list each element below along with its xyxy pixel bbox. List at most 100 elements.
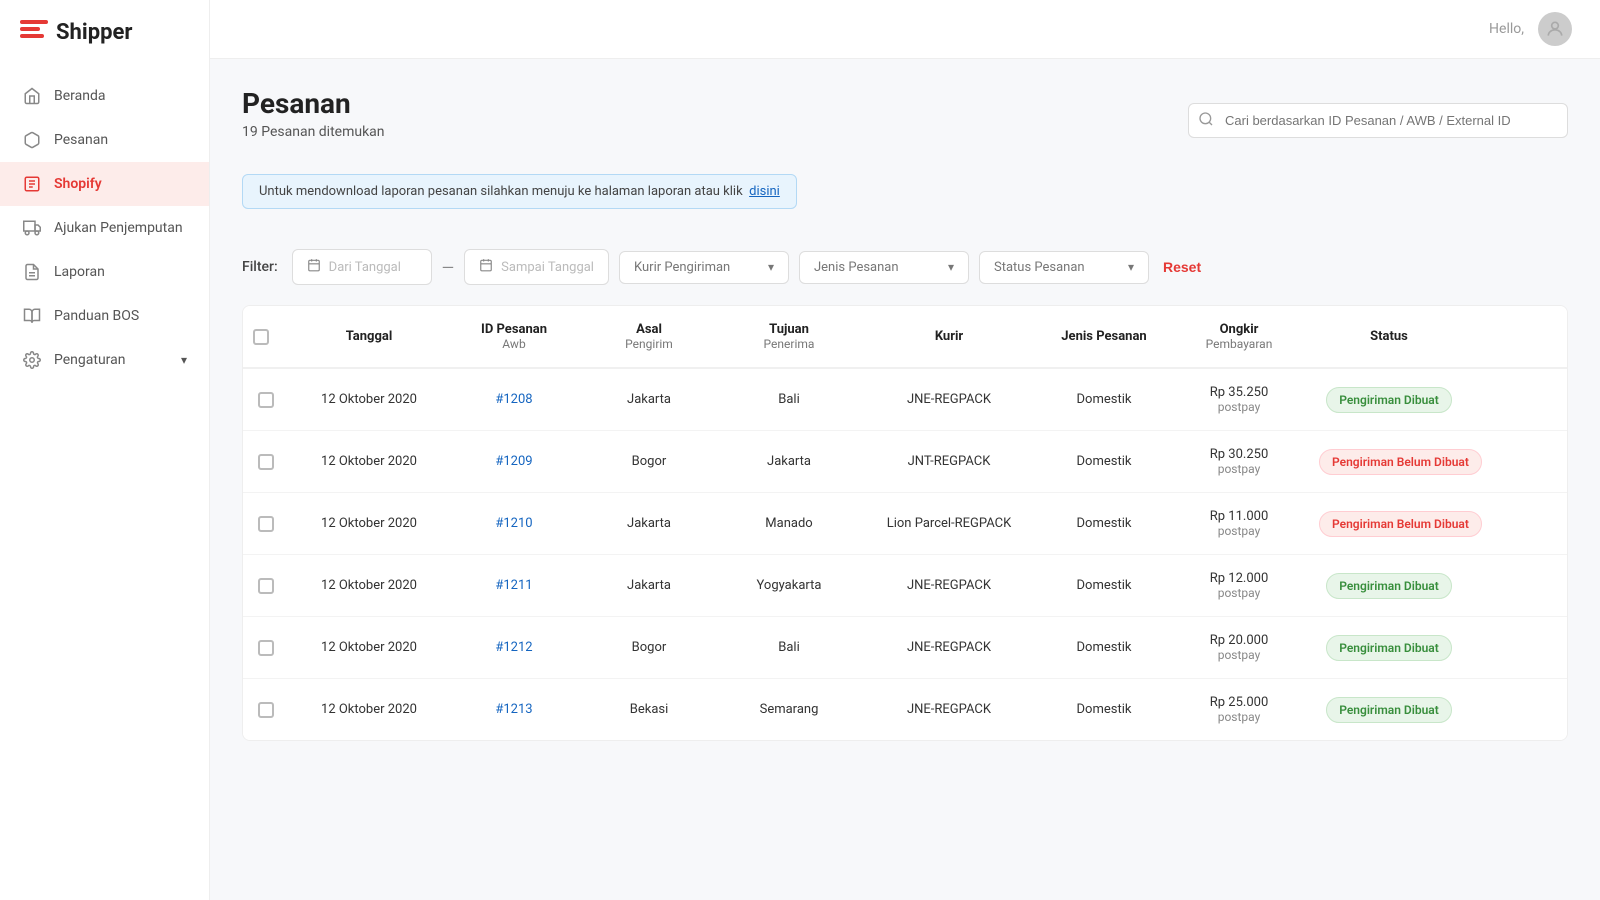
row-tujuan: Bali (719, 624, 859, 671)
th-status: Status (1309, 313, 1469, 360)
sidebar: Shipper Beranda Pesanan Shopify Ajukan P… (0, 0, 210, 900)
sidebar-item-label: Panduan BOS (54, 308, 139, 324)
logo-text: Shipper (56, 20, 132, 45)
row-checkbox-1[interactable] (258, 454, 274, 470)
row-id-pesanan[interactable]: #1209 (449, 438, 579, 485)
row-asal: Jakarta (579, 376, 719, 423)
chevron-down-icon: ▾ (181, 353, 187, 367)
filter-label: Filter: (242, 259, 278, 275)
from-date-filter[interactable]: Dari Tanggal (292, 249, 432, 285)
row-asal: Bogor (579, 438, 719, 485)
jenis-filter[interactable]: Jenis Pesanan ▾ (799, 251, 969, 284)
orders-table: Tanggal ID Pesanan Awb Asal Pengirim Tuj… (242, 305, 1568, 741)
page-title: Pesanan (242, 87, 385, 120)
row-id-pesanan[interactable]: #1210 (449, 500, 579, 547)
file-icon (22, 262, 42, 282)
row-jenis: Domestik (1039, 500, 1169, 547)
row-tujuan: Bali (719, 376, 859, 423)
from-date-placeholder: Dari Tanggal (329, 260, 401, 275)
status-badge: Pengiriman Belum Dibuat (1319, 511, 1482, 537)
logo: Shipper (0, 0, 209, 64)
status-badge: Pengiriman Dibuat (1326, 635, 1452, 661)
row-checkbox-2[interactable] (258, 516, 274, 532)
row-asal: Jakarta (579, 500, 719, 547)
select-all-checkbox[interactable] (253, 329, 269, 345)
sidebar-item-pengaturan[interactable]: Pengaturan ▾ (0, 338, 209, 382)
search-input[interactable] (1188, 103, 1568, 138)
row-id-pesanan[interactable]: #1212 (449, 624, 579, 671)
shopify-icon (22, 174, 42, 194)
status-badge: Pengiriman Dibuat (1326, 697, 1452, 723)
sidebar-item-pesanan[interactable]: Pesanan (0, 118, 209, 162)
row-tujuan: Jakarta (719, 438, 859, 485)
row-ongkir: Rp 35.250 postpay (1169, 369, 1309, 430)
row-tujuan: Yogyakarta (719, 562, 859, 609)
to-date-placeholder: Sampai Tanggal (501, 260, 594, 275)
row-kurir: JNE-REGPACK (859, 376, 1039, 423)
th-ongkir: Ongkir Pembayaran (1169, 306, 1309, 367)
row-kurir: JNT-REGPACK (859, 438, 1039, 485)
sidebar-nav: Beranda Pesanan Shopify Ajukan Penjemput… (0, 64, 209, 392)
th-asal: Asal Pengirim (579, 306, 719, 367)
row-checkbox-cell (243, 500, 289, 548)
row-asal: Bekasi (579, 686, 719, 733)
th-kurir: Kurir (859, 313, 1039, 360)
home-icon (22, 86, 42, 106)
info-link[interactable]: disini (749, 184, 780, 199)
row-checkbox-0[interactable] (258, 392, 274, 408)
row-jenis: Domestik (1039, 686, 1169, 733)
row-jenis: Domestik (1039, 562, 1169, 609)
row-checkbox-cell (243, 686, 289, 734)
row-tanggal: 12 Oktober 2020 (289, 500, 449, 547)
row-tujuan: Manado (719, 500, 859, 547)
sidebar-item-ajukan-penjemputan[interactable]: Ajukan Penjemputan (0, 206, 209, 250)
row-kurir: JNE-REGPACK (859, 562, 1039, 609)
main-content: Hello, Pesanan 19 Pesanan ditemukan Untu… (210, 0, 1600, 900)
sidebar-item-label: Pengaturan (54, 352, 126, 368)
row-status: Pengiriman Belum Dibuat (1309, 495, 1469, 553)
reset-button[interactable]: Reset (1159, 253, 1205, 281)
table-row: 12 Oktober 2020 #1213 Bekasi Semarang JN… (243, 679, 1567, 740)
jenis-label: Jenis Pesanan (814, 260, 899, 275)
row-checkbox-3[interactable] (258, 578, 274, 594)
truck-icon (22, 218, 42, 238)
hello-text: Hello, (1489, 21, 1524, 37)
row-id-pesanan[interactable]: #1213 (449, 686, 579, 733)
th-jenis: Jenis Pesanan (1039, 313, 1169, 360)
row-id-pesanan[interactable]: #1208 (449, 376, 579, 423)
status-badge: Pengiriman Dibuat (1326, 387, 1452, 413)
row-kurir: Lion Parcel-REGPACK (859, 500, 1039, 547)
status-badge: Pengiriman Dibuat (1326, 573, 1452, 599)
calendar-icon (307, 258, 321, 276)
table-row: 12 Oktober 2020 #1211 Jakarta Yogyakarta… (243, 555, 1567, 617)
row-id-pesanan[interactable]: #1211 (449, 562, 579, 609)
table-body: 12 Oktober 2020 #1208 Jakarta Bali JNE-R… (243, 369, 1567, 740)
row-ongkir: Rp 30.250 postpay (1169, 431, 1309, 492)
row-checkbox-5[interactable] (258, 702, 274, 718)
row-status: Pengiriman Dibuat (1309, 557, 1469, 615)
row-tujuan: Semarang (719, 686, 859, 733)
chevron-down-icon-status: ▾ (1128, 260, 1134, 274)
row-tanggal: 12 Oktober 2020 (289, 562, 449, 609)
row-ongkir: Rp 25.000 postpay (1169, 679, 1309, 740)
search-bar (1188, 103, 1568, 138)
sidebar-item-panduan-bos[interactable]: Panduan BOS (0, 294, 209, 338)
kurir-filter[interactable]: Kurir Pengiriman ▾ (619, 251, 789, 284)
sidebar-item-shopify[interactable]: Shopify (0, 162, 209, 206)
table-row: 12 Oktober 2020 #1209 Bogor Jakarta JNT-… (243, 431, 1567, 493)
row-checkbox-cell (243, 376, 289, 424)
sidebar-item-beranda[interactable]: Beranda (0, 74, 209, 118)
row-asal: Jakarta (579, 562, 719, 609)
status-badge: Pengiriman Belum Dibuat (1319, 449, 1482, 475)
sidebar-item-laporan[interactable]: Laporan (0, 250, 209, 294)
row-status: Pengiriman Belum Dibuat (1309, 433, 1469, 491)
to-date-filter[interactable]: Sampai Tanggal (464, 249, 609, 285)
status-filter[interactable]: Status Pesanan ▾ (979, 251, 1149, 284)
row-checkbox-4[interactable] (258, 640, 274, 656)
box-icon (22, 130, 42, 150)
sidebar-item-label: Shopify (54, 176, 102, 192)
logo-icon (20, 18, 48, 46)
chevron-down-icon-kurir: ▾ (768, 260, 774, 274)
row-jenis: Domestik (1039, 376, 1169, 423)
chevron-down-icon-jenis: ▾ (948, 260, 954, 274)
